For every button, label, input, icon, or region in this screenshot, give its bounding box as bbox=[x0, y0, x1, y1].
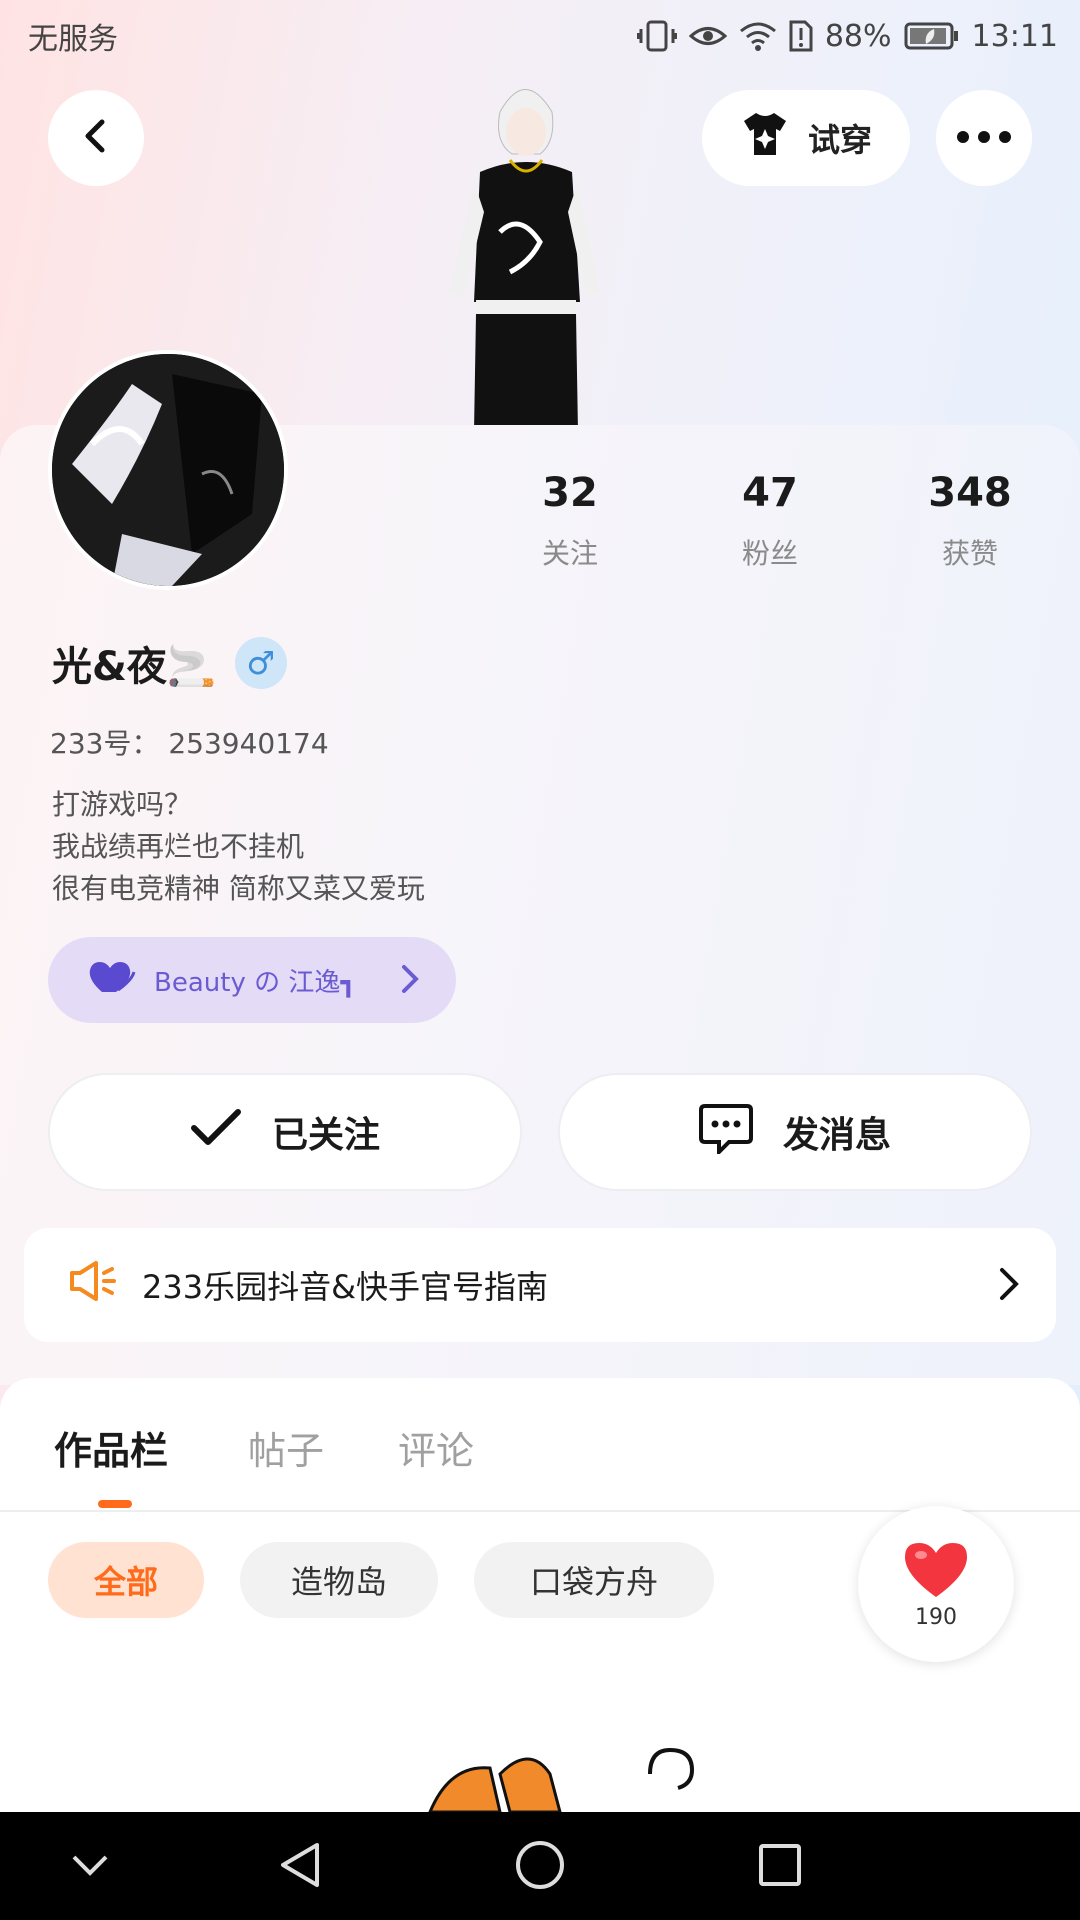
followers-count: 47 bbox=[742, 470, 798, 516]
nav-home-button[interactable] bbox=[510, 1839, 570, 1895]
megaphone-icon bbox=[68, 1259, 116, 1311]
nav-back-button[interactable] bbox=[270, 1842, 330, 1892]
try-on-label: 试穿 bbox=[807, 121, 872, 159]
nav-collapse-button[interactable] bbox=[60, 1842, 120, 1892]
followed-button[interactable]: 已关注 bbox=[48, 1073, 522, 1191]
wifi-icon bbox=[739, 21, 777, 51]
nav-recents-button[interactable] bbox=[750, 1842, 810, 1892]
square-recents-icon bbox=[757, 1842, 803, 1892]
system-nav-bar bbox=[0, 1812, 1080, 1920]
send-message-label: 发消息 bbox=[782, 1115, 891, 1156]
filter-creation-island[interactable]: 造物岛 bbox=[240, 1542, 438, 1618]
triangle-back-icon bbox=[277, 1841, 323, 1893]
username-row: 光&夜🚬 ♂ bbox=[52, 634, 287, 692]
heart-icon bbox=[88, 960, 136, 1001]
chevron-right-icon bbox=[998, 1266, 1020, 1310]
bio-line: 我战绩再烂也不挂机 bbox=[52, 830, 305, 863]
carrier-text: 无服务 bbox=[28, 22, 118, 57]
filter-all[interactable]: 全部 bbox=[48, 1542, 204, 1618]
tab-works[interactable]: 作品栏 bbox=[54, 1420, 168, 1475]
tab-posts[interactable]: 帖子 bbox=[248, 1420, 324, 1475]
notice-text: 233乐园抖音&快手官号指南 bbox=[142, 1268, 549, 1306]
notice-bar[interactable]: 233乐园抖音&快手官号指南 bbox=[24, 1228, 1056, 1342]
vibrate-icon bbox=[636, 19, 677, 53]
bio-line: 很有电竞精神 简称又菜又爱玩 bbox=[52, 872, 425, 905]
try-on-button[interactable]: 试穿 bbox=[702, 90, 910, 186]
bio: 打游戏吗？ 我战绩再烂也不挂机 很有电竞精神 简称又菜又爱玩 bbox=[52, 784, 425, 910]
circle-home-icon bbox=[514, 1839, 566, 1895]
checkmark-icon bbox=[190, 1108, 242, 1157]
eye-icon bbox=[688, 21, 727, 51]
stat-following[interactable]: 32 关注 bbox=[470, 470, 670, 572]
red-heart-icon bbox=[901, 1539, 971, 1603]
chevron-down-icon bbox=[70, 1853, 110, 1881]
chat-bubble-icon bbox=[698, 1102, 753, 1163]
stats-row: 32 关注 47 粉丝 348 获赞 bbox=[470, 470, 1070, 572]
group-name: Beauty の 江逸┓ bbox=[154, 967, 357, 998]
clock-time: 13:11 bbox=[971, 18, 1058, 54]
likes-count: 348 bbox=[928, 470, 1012, 516]
active-tab-indicator bbox=[98, 1500, 132, 1508]
battery-percent: 88% bbox=[824, 18, 892, 54]
battery-icon bbox=[904, 21, 960, 51]
username: 光&夜🚬 bbox=[52, 644, 217, 690]
group-chip[interactable]: Beauty の 江逸┓ bbox=[48, 937, 456, 1023]
following-label: 关注 bbox=[541, 537, 598, 570]
male-gender-icon: ♂ bbox=[234, 637, 287, 689]
following-count: 32 bbox=[542, 470, 598, 516]
followed-label: 已关注 bbox=[271, 1115, 380, 1156]
chevron-left-icon bbox=[78, 118, 114, 158]
followers-label: 粉丝 bbox=[741, 537, 798, 570]
status-bar: 无服务 88% 13:11 bbox=[0, 0, 1080, 72]
tab-comments[interactable]: 评论 bbox=[398, 1420, 474, 1475]
content-thumbnail-image[interactable] bbox=[420, 1744, 720, 1814]
like-button[interactable]: 190 bbox=[858, 1506, 1014, 1662]
character-model-image bbox=[440, 72, 610, 432]
more-dots-icon bbox=[956, 129, 1012, 148]
more-options-button[interactable] bbox=[936, 90, 1032, 186]
bio-line: 打游戏吗？ bbox=[52, 788, 193, 821]
tshirt-icon bbox=[740, 111, 790, 165]
chevron-right-icon bbox=[400, 963, 420, 1002]
filter-pocket-ark[interactable]: 口袋方舟 bbox=[474, 1542, 714, 1618]
stat-likes[interactable]: 348 获赞 bbox=[870, 470, 1070, 572]
send-message-button[interactable]: 发消息 bbox=[558, 1073, 1032, 1191]
like-count: 190 bbox=[915, 1604, 957, 1630]
stat-followers[interactable]: 47 粉丝 bbox=[670, 470, 870, 572]
likes-label: 获赞 bbox=[941, 537, 998, 570]
avatar[interactable] bbox=[48, 350, 288, 590]
user-id: 233号： 253940174 bbox=[50, 727, 329, 760]
back-button[interactable] bbox=[48, 90, 144, 186]
alert-sim-icon bbox=[789, 20, 813, 52]
